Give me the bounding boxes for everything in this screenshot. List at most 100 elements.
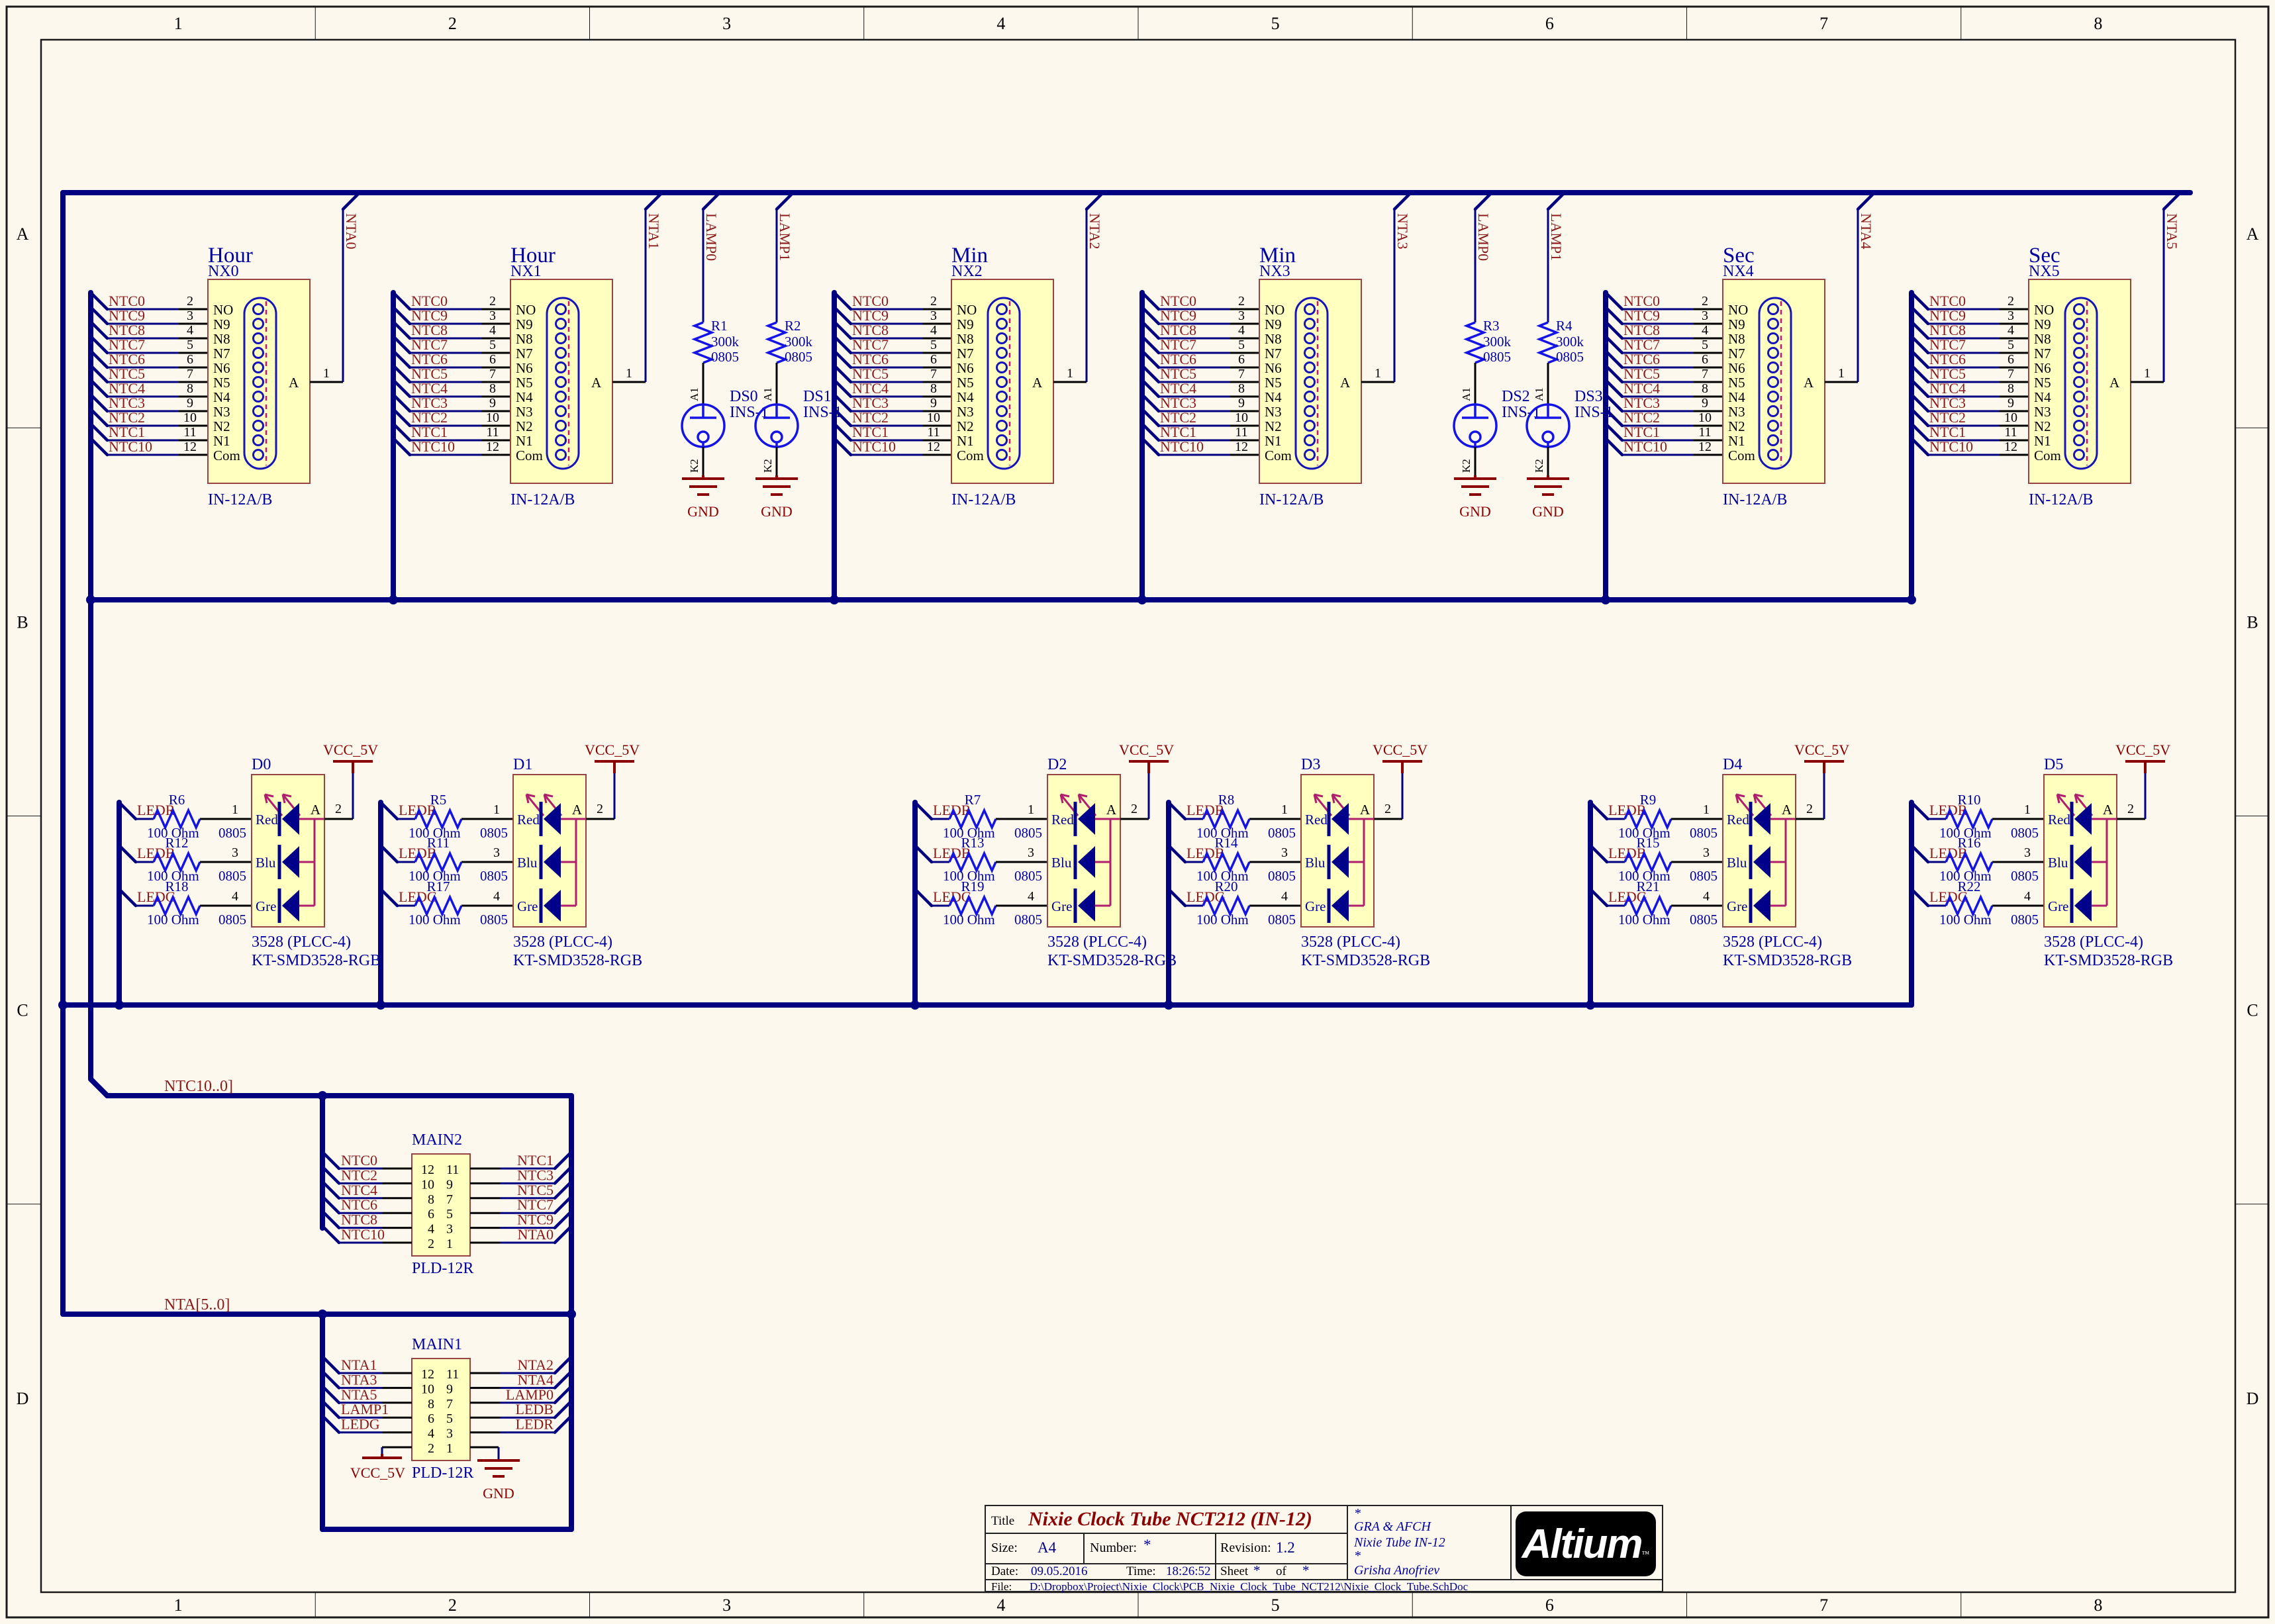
pin-number[interactable]: 5 bbox=[187, 338, 193, 352]
anode-pin-name[interactable]: A bbox=[1360, 802, 1371, 818]
net-label[interactable]: NTA3 bbox=[341, 1371, 377, 1388]
pin-number[interactable]: 5 bbox=[489, 338, 496, 352]
pin-number[interactable]: 9 bbox=[446, 1382, 453, 1396]
resistor-designator[interactable]: R10 bbox=[1957, 792, 1980, 808]
pin-name[interactable]: NO bbox=[957, 302, 977, 318]
pin-name[interactable]: N6 bbox=[957, 360, 974, 376]
pin-number[interactable]: 1 bbox=[2024, 802, 2031, 817]
designator[interactable]: NX2 bbox=[951, 263, 983, 280]
bus-entry[interactable] bbox=[320, 1224, 341, 1245]
anode-net-label[interactable]: NTA3 bbox=[1394, 213, 1411, 249]
pin-number[interactable]: 4 bbox=[1028, 889, 1034, 904]
pin-number[interactable]: 11 bbox=[927, 425, 940, 440]
tube-NX1[interactable]: NTC0 2NTC9 3NTC8 4NTC7 5NTC6 6NTC5 7NTC4 8NTC3 9… bbox=[391, 191, 664, 602]
resistor-designator[interactable]: R13 bbox=[961, 835, 984, 851]
part-name[interactable]: INS-1 bbox=[803, 404, 842, 421]
pin-number[interactable]: 6 bbox=[930, 352, 937, 367]
pin-name[interactable]: N4 bbox=[1265, 389, 1282, 405]
resistor-footprint[interactable]: 0805 bbox=[480, 825, 508, 841]
part-name[interactable]: INS-1 bbox=[730, 404, 769, 421]
resistor-footprint[interactable]: 0805 bbox=[1014, 912, 1042, 928]
pin-number[interactable]: 9 bbox=[446, 1177, 453, 1192]
pin-name[interactable]: N4 bbox=[1728, 389, 1745, 405]
designator[interactable]: DS0 bbox=[730, 388, 758, 405]
footprint[interactable]: IN-12A/B bbox=[1259, 491, 1324, 508]
resistor-footprint[interactable]: 0805 bbox=[480, 912, 508, 928]
pin-name[interactable]: N7 bbox=[1728, 346, 1745, 361]
pin-number[interactable]: 3 bbox=[2024, 845, 2031, 860]
pin-number[interactable]: 6 bbox=[1702, 352, 1708, 367]
pin-number[interactable]: 12 bbox=[183, 440, 197, 454]
rgb-led-D2[interactable]: LEDR 1R7100 Ohm 0805LEDB 3R13100 Ohm 0805LED… bbox=[912, 741, 1177, 1008]
pin-number[interactable]: 12 bbox=[421, 1163, 434, 1177]
pin-name[interactable]: N8 bbox=[2034, 331, 2051, 347]
resistor-footprint[interactable]: 0805 bbox=[711, 349, 739, 365]
vcc-label[interactable]: VCC_5V bbox=[350, 1464, 405, 1481]
anode-pin-name[interactable]: A bbox=[572, 802, 583, 818]
pin-number[interactable]: 5 bbox=[1238, 338, 1245, 352]
anode-pin-number[interactable]: 1 bbox=[323, 366, 330, 381]
net-label[interactable]: NTC7 bbox=[517, 1196, 554, 1213]
anode-pin-name[interactable]: A bbox=[311, 802, 321, 818]
net-label[interactable]: NTC6 bbox=[341, 1196, 377, 1213]
pin-number[interactable]: 9 bbox=[1702, 396, 1708, 410]
pin-number[interactable]: 3 bbox=[1028, 845, 1034, 860]
pin-name[interactable]: Com bbox=[1265, 448, 1292, 463]
resistor-designator[interactable]: R20 bbox=[1214, 879, 1237, 894]
pin-name[interactable]: Com bbox=[2034, 448, 2061, 463]
pin-name[interactable]: Gre bbox=[1051, 898, 1072, 914]
anode-pin-number[interactable]: 2 bbox=[2127, 802, 2134, 816]
pin-name[interactable]: N4 bbox=[213, 389, 230, 405]
resistor-footprint[interactable]: 0805 bbox=[480, 868, 508, 884]
pin-name[interactable]: N2 bbox=[1265, 418, 1282, 434]
neon-lamp-DS2[interactable]: LAMP0 R3300k0805 A1 DS2INS-1 K2 GND bbox=[1453, 191, 1541, 520]
junction-dot[interactable] bbox=[318, 1310, 327, 1319]
tube-NX5[interactable]: NTC0 2NTC9 3NTC8 4NTC7 5NTC6 6NTC5 7NTC4 8NTC3 9… bbox=[1909, 191, 2182, 602]
pin-number[interactable]: 4 bbox=[489, 323, 496, 338]
resistor-designator[interactable]: R5 bbox=[430, 792, 447, 808]
anode-pin-number[interactable]: 2 bbox=[597, 802, 603, 816]
pin-number[interactable]: 10 bbox=[2004, 410, 2017, 425]
pin-number[interactable]: 4 bbox=[232, 889, 238, 904]
pin-name[interactable]: Gre bbox=[517, 898, 538, 914]
net-label[interactable]: NTC2 bbox=[341, 1167, 377, 1183]
pin-number[interactable]: 3 bbox=[2008, 309, 2014, 323]
lamp-pin-anode[interactable]: A1 bbox=[1460, 387, 1473, 401]
pin-number[interactable]: 3 bbox=[446, 1222, 453, 1237]
pin-number[interactable]: 12 bbox=[927, 440, 940, 454]
package[interactable]: 3528 (PLCC-4) bbox=[1301, 933, 1400, 951]
anode-pin-number[interactable]: 2 bbox=[1806, 802, 1813, 816]
resistor-symbol[interactable] bbox=[691, 321, 715, 364]
resistor-footprint[interactable]: 0805 bbox=[2011, 912, 2039, 928]
pin-number[interactable]: 9 bbox=[2008, 396, 2014, 410]
package[interactable]: 3528 (PLCC-4) bbox=[2044, 933, 2143, 951]
pin-number[interactable]: 5 bbox=[930, 338, 937, 352]
pin-name[interactable]: N2 bbox=[957, 418, 974, 434]
resistor-value[interactable]: 300k bbox=[1483, 334, 1512, 350]
resistor-designator[interactable]: R12 bbox=[165, 835, 188, 851]
pin-name[interactable]: N6 bbox=[2034, 360, 2051, 376]
pin-number[interactable]: 3 bbox=[232, 845, 238, 860]
tube-NX4[interactable]: NTC0 2NTC9 3NTC8 4NTC7 5NTC6 6NTC5 7NTC4 8NTC3 9… bbox=[1603, 191, 1876, 602]
net-label[interactable]: NTC5 bbox=[517, 1182, 554, 1198]
pin-number[interactable]: 6 bbox=[1238, 352, 1245, 367]
pin-name[interactable]: N3 bbox=[957, 404, 974, 420]
pin-number[interactable]: 11 bbox=[446, 1163, 459, 1177]
pin-number[interactable]: 12 bbox=[486, 440, 499, 454]
anode-net-label[interactable]: NTA5 bbox=[2164, 213, 2180, 249]
pin-number[interactable]: 2 bbox=[1238, 294, 1245, 309]
pin-name[interactable]: N1 bbox=[1265, 433, 1282, 449]
pin-number[interactable]: 11 bbox=[1698, 425, 1711, 440]
pin-name[interactable]: Com bbox=[957, 448, 984, 463]
resistor-footprint[interactable]: 0805 bbox=[2011, 825, 2039, 841]
pin-name[interactable]: N3 bbox=[1265, 404, 1282, 420]
pin-name[interactable]: N7 bbox=[957, 346, 974, 361]
pin-number[interactable]: 2 bbox=[428, 1441, 434, 1456]
resistor-footprint[interactable]: 0805 bbox=[1014, 868, 1042, 884]
pin-number[interactable]: 7 bbox=[1702, 367, 1708, 381]
footprint[interactable]: IN-12A/B bbox=[2029, 491, 2093, 508]
anode-pin-number[interactable]: 1 bbox=[1838, 366, 1845, 381]
neon-lamp-DS3[interactable]: LAMP1 R4300k0805 A1 DS3INS-1 K2 GND bbox=[1525, 191, 1614, 520]
resistor-footprint[interactable]: 0805 bbox=[2011, 868, 2039, 884]
pin-number[interactable]: 8 bbox=[1702, 381, 1708, 396]
